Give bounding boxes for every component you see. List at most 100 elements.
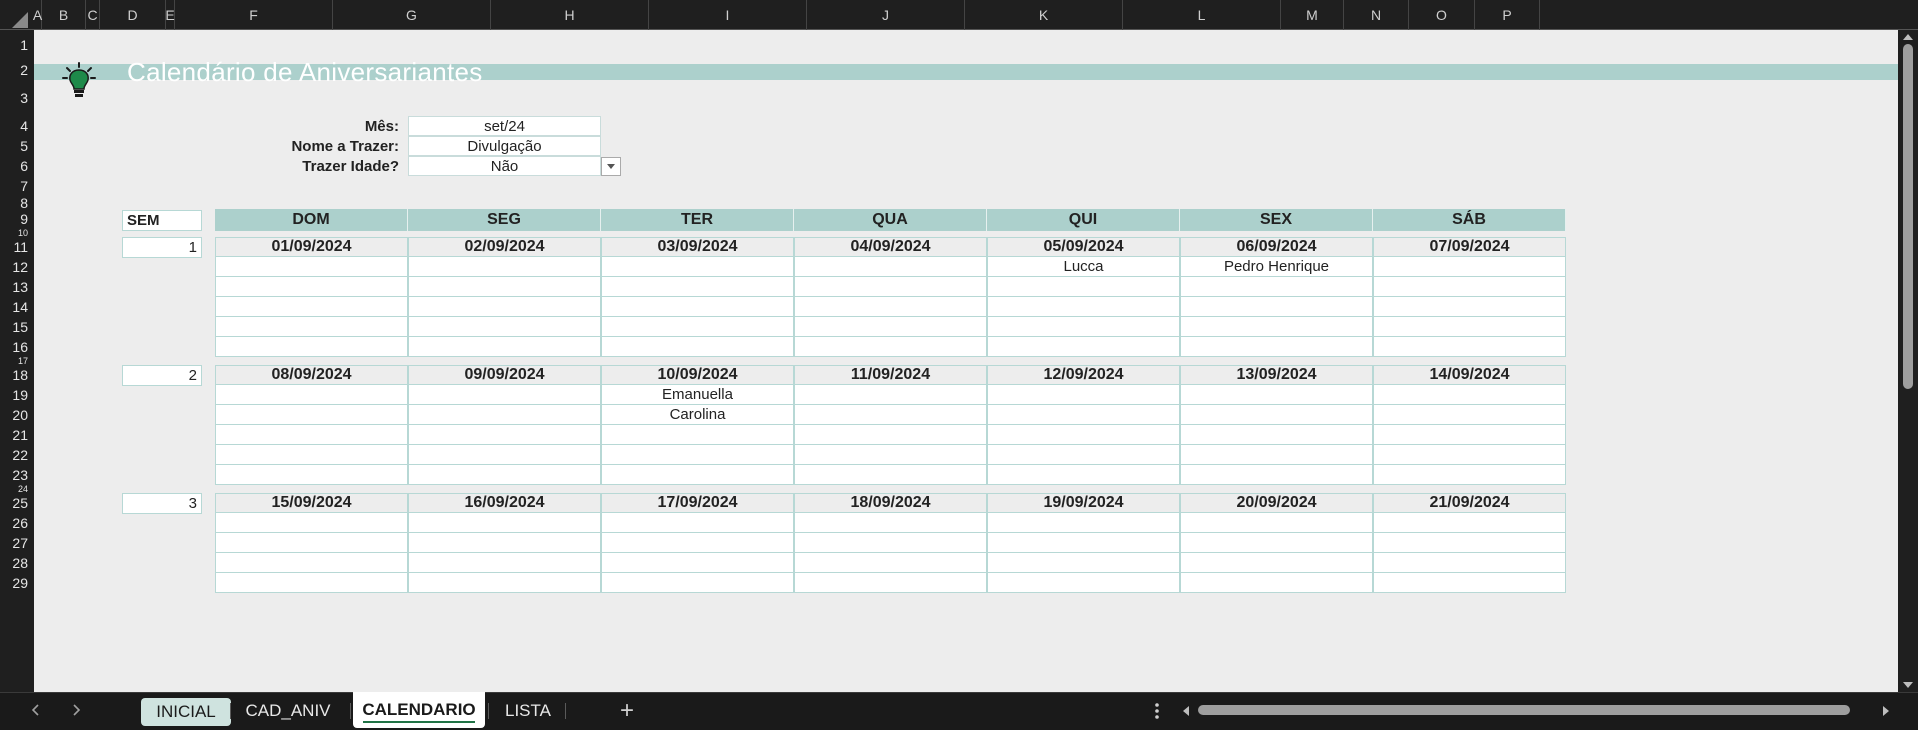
entry-cell[interactable]: [601, 425, 794, 445]
column-header-p[interactable]: P: [1475, 0, 1540, 30]
entry-cell[interactable]: [1180, 277, 1373, 297]
entry-cell[interactable]: [408, 257, 601, 277]
entry-cell[interactable]: [1373, 533, 1566, 553]
row-header-7[interactable]: 7: [0, 176, 34, 196]
date-cell[interactable]: 07/09/2024: [1373, 237, 1566, 257]
date-cell[interactable]: 12/09/2024: [987, 365, 1180, 385]
entry-cell[interactable]: [215, 425, 408, 445]
date-cell[interactable]: 11/09/2024: [794, 365, 987, 385]
entry-cell[interactable]: [215, 317, 408, 337]
column-header-o[interactable]: O: [1409, 0, 1475, 30]
column-header-f[interactable]: F: [175, 0, 333, 30]
entry-cell[interactable]: [601, 257, 794, 277]
row-header-1[interactable]: 1: [0, 30, 34, 60]
row-header-9[interactable]: 9: [0, 209, 34, 229]
row-header-6[interactable]: 6: [0, 156, 34, 176]
entry-cell[interactable]: [215, 513, 408, 533]
date-cell[interactable]: 14/09/2024: [1373, 365, 1566, 385]
column-header-l[interactable]: L: [1123, 0, 1281, 30]
date-cell[interactable]: 05/09/2024: [987, 237, 1180, 257]
entry-cell[interactable]: [794, 513, 987, 533]
entry-cell[interactable]: [1373, 385, 1566, 405]
entry-cell[interactable]: [408, 425, 601, 445]
date-cell[interactable]: 04/09/2024: [794, 237, 987, 257]
date-cell[interactable]: 09/09/2024: [408, 365, 601, 385]
scroll-right-icon[interactable]: [1880, 704, 1892, 716]
row-header-15[interactable]: 15: [0, 317, 34, 337]
entry-cell[interactable]: [215, 337, 408, 357]
entry-cell[interactable]: [215, 385, 408, 405]
entry-cell[interactable]: [215, 405, 408, 425]
entry-cell[interactable]: [794, 405, 987, 425]
entry-cell[interactable]: [794, 337, 987, 357]
row-header-29[interactable]: 29: [0, 573, 34, 593]
scroll-right-icon[interactable]: [68, 702, 84, 718]
row-header-11[interactable]: 11: [0, 237, 34, 257]
param-value-1[interactable]: set/24: [408, 116, 601, 136]
row-header-16[interactable]: 16: [0, 337, 34, 357]
entry-cell[interactable]: [1373, 445, 1566, 465]
entry-cell[interactable]: Carolina: [601, 405, 794, 425]
entry-cell[interactable]: [601, 465, 794, 485]
date-cell[interactable]: 21/09/2024: [1373, 493, 1566, 513]
entry-cell[interactable]: [408, 573, 601, 593]
sheet-tab-inicial[interactable]: INICIAL: [141, 698, 231, 726]
column-header-j[interactable]: J: [807, 0, 965, 30]
entry-cell[interactable]: [1373, 317, 1566, 337]
row-header-17[interactable]: 17: [0, 356, 34, 366]
entry-cell[interactable]: [215, 533, 408, 553]
row-header-5[interactable]: 5: [0, 136, 34, 156]
column-header-d[interactable]: D: [100, 0, 166, 30]
entry-cell[interactable]: [794, 297, 987, 317]
row-header-24[interactable]: 24: [0, 484, 34, 494]
date-cell[interactable]: 15/09/2024: [215, 493, 408, 513]
row-header-19[interactable]: 19: [0, 385, 34, 405]
entry-cell[interactable]: [1373, 425, 1566, 445]
entry-cell[interactable]: [987, 337, 1180, 357]
vertical-scroll-thumb[interactable]: [1903, 44, 1913, 389]
entry-cell[interactable]: [987, 385, 1180, 405]
entry-cell[interactable]: [794, 317, 987, 337]
entry-cell[interactable]: [1180, 385, 1373, 405]
entry-cell[interactable]: [408, 277, 601, 297]
entry-cell[interactable]: [987, 465, 1180, 485]
entry-cell[interactable]: [987, 317, 1180, 337]
date-cell[interactable]: 01/09/2024: [215, 237, 408, 257]
entry-cell[interactable]: [215, 297, 408, 317]
more-options-icon[interactable]: [1150, 700, 1164, 722]
entry-cell[interactable]: [1180, 425, 1373, 445]
entry-cell[interactable]: [794, 257, 987, 277]
column-header-c[interactable]: C: [86, 0, 100, 30]
entry-cell[interactable]: [987, 553, 1180, 573]
dropdown-arrow-icon[interactable]: [601, 157, 621, 176]
entry-cell[interactable]: [794, 277, 987, 297]
column-header-i[interactable]: I: [649, 0, 807, 30]
date-cell[interactable]: 20/09/2024: [1180, 493, 1373, 513]
entry-cell[interactable]: [408, 405, 601, 425]
entry-cell[interactable]: [1373, 465, 1566, 485]
date-cell[interactable]: 08/09/2024: [215, 365, 408, 385]
entry-cell[interactable]: [601, 513, 794, 533]
row-header-20[interactable]: 20: [0, 405, 34, 425]
add-sheet-icon[interactable]: +: [612, 697, 642, 725]
entry-cell[interactable]: [794, 385, 987, 405]
sheet-tab-calendario[interactable]: CALENDARIO: [353, 692, 485, 728]
entry-cell[interactable]: [1180, 533, 1373, 553]
entry-cell[interactable]: [601, 533, 794, 553]
entry-cell[interactable]: [1373, 513, 1566, 533]
entry-cell[interactable]: [987, 573, 1180, 593]
entry-cell[interactable]: [408, 553, 601, 573]
column-header-g[interactable]: G: [333, 0, 491, 30]
entry-cell[interactable]: [601, 337, 794, 357]
entry-cell[interactable]: [1180, 465, 1373, 485]
entry-cell[interactable]: [1180, 405, 1373, 425]
entry-cell[interactable]: [987, 297, 1180, 317]
row-header-23[interactable]: 23: [0, 465, 34, 485]
entry-cell[interactable]: [794, 465, 987, 485]
scroll-up-icon[interactable]: [1902, 30, 1914, 42]
date-cell[interactable]: 02/09/2024: [408, 237, 601, 257]
entry-cell[interactable]: [794, 533, 987, 553]
row-header-13[interactable]: 13: [0, 277, 34, 297]
horizontal-scroll-thumb[interactable]: [1198, 705, 1850, 715]
date-cell[interactable]: 06/09/2024: [1180, 237, 1373, 257]
